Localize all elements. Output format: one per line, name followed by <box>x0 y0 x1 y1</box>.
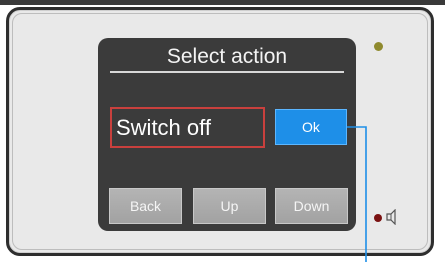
back-button[interactable]: Back <box>109 188 182 224</box>
screen-title: Select action <box>166 45 288 68</box>
title-divider <box>110 71 344 73</box>
ok-button[interactable]: Ok <box>275 109 347 145</box>
stage: Select action Switch off Ok Back Up Down <box>0 0 445 262</box>
action-selection-field[interactable]: Switch off <box>110 107 265 148</box>
down-button[interactable]: Down <box>275 188 348 224</box>
record-dot-icon <box>374 214 382 222</box>
up-button[interactable]: Up <box>193 188 266 224</box>
top-edge-bar <box>0 0 445 5</box>
display-screen: Select action Switch off Ok Back Up Down <box>98 38 356 231</box>
status-led-icon <box>374 42 383 51</box>
speaker-icon <box>386 209 396 225</box>
